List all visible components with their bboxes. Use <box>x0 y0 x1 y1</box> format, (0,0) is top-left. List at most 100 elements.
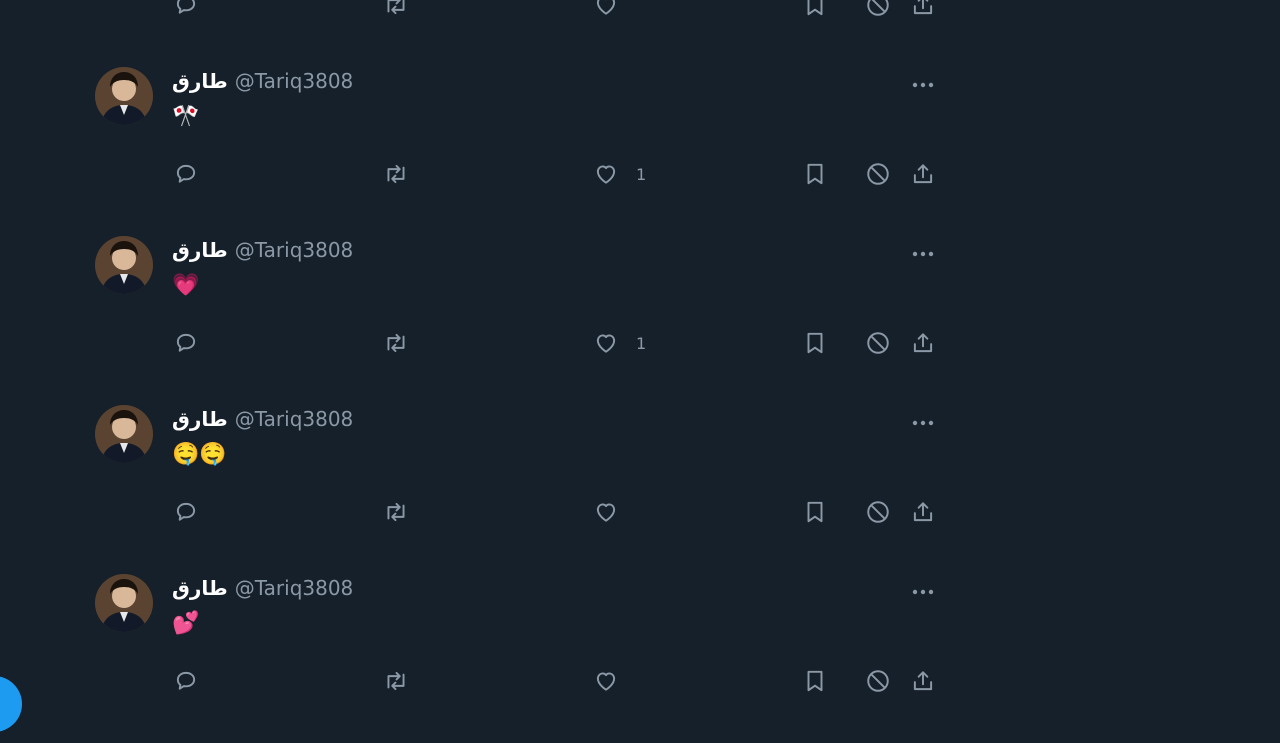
block-button[interactable] <box>865 330 891 356</box>
tweet[interactable]: طارق @Tariq3808 💗 1 <box>0 236 1000 405</box>
retweet-button[interactable] <box>382 161 410 187</box>
tweet-actions-partial <box>0 0 1000 18</box>
retweet-icon <box>382 330 410 356</box>
tweet-actions <box>0 668 1000 694</box>
heart-icon <box>593 499 619 525</box>
reply-icon <box>173 499 199 525</box>
share-button[interactable] <box>910 499 936 525</box>
bookmark-icon <box>803 668 827 694</box>
reply-button[interactable] <box>173 161 199 187</box>
more-options-button[interactable] <box>908 67 938 97</box>
display-name[interactable]: طارق <box>172 576 228 600</box>
reply-icon <box>173 668 199 694</box>
retweet-button[interactable] <box>382 330 410 356</box>
timeline-feed: طارق @Tariq3808 🎌 1 طارق @Tariq3808 💗 1 … <box>0 0 1280 732</box>
user-handle[interactable]: @Tariq3808 <box>235 238 354 262</box>
reply-button[interactable] <box>173 668 199 694</box>
like-button[interactable]: 1 <box>593 330 646 356</box>
like-button[interactable] <box>593 668 636 694</box>
display-name[interactable]: طارق <box>172 69 228 93</box>
tweet-actions: 1 <box>0 330 1000 356</box>
heart-icon <box>593 161 619 187</box>
tweet-actions: 1 <box>0 161 1000 187</box>
like-button[interactable] <box>593 499 636 525</box>
like-button[interactable]: 1 <box>593 161 646 187</box>
tweet-header: طارق @Tariq3808 <box>172 407 353 435</box>
avatar[interactable] <box>95 405 153 463</box>
more-icon <box>911 242 935 261</box>
retweet-icon <box>382 161 410 187</box>
reply-button[interactable] <box>173 0 199 18</box>
heart-icon <box>593 330 619 356</box>
user-handle[interactable]: @Tariq3808 <box>235 576 354 600</box>
reply-icon <box>173 0 199 18</box>
heart-icon <box>593 668 619 694</box>
block-button[interactable] <box>865 668 891 694</box>
avatar[interactable] <box>95 236 153 294</box>
avatar[interactable] <box>95 67 153 125</box>
block-icon <box>865 0 891 18</box>
share-button[interactable] <box>910 0 936 18</box>
reply-button[interactable] <box>173 499 199 525</box>
user-handle[interactable]: @Tariq3808 <box>235 69 354 93</box>
avatar[interactable] <box>95 574 153 632</box>
more-options-button[interactable] <box>908 236 938 266</box>
user-handle[interactable]: @Tariq3808 <box>235 407 354 431</box>
bookmark-button[interactable] <box>803 161 827 187</box>
display-name[interactable]: طارق <box>172 407 228 431</box>
retweet-button[interactable] <box>382 499 410 525</box>
share-icon <box>910 499 936 525</box>
like-count: 1 <box>636 333 647 353</box>
retweet-button[interactable] <box>382 0 410 18</box>
heart-icon <box>593 0 619 18</box>
block-icon <box>865 668 891 694</box>
tweet-text: 💕 <box>172 611 200 636</box>
more-icon <box>911 411 935 430</box>
tweet-header: طارق @Tariq3808 <box>172 238 353 266</box>
more-icon <box>911 73 935 92</box>
block-button[interactable] <box>865 499 891 525</box>
block-icon <box>865 161 891 187</box>
retweet-icon <box>382 668 410 694</box>
tweet[interactable]: طارق @Tariq3808 💕 <box>0 574 1000 743</box>
tweet-header: طارق @Tariq3808 <box>172 576 353 604</box>
bookmark-button[interactable] <box>803 668 827 694</box>
tweet[interactable]: طارق @Tariq3808 🤤🤤 <box>0 405 1000 574</box>
share-icon <box>910 161 936 187</box>
share-icon <box>910 668 936 694</box>
bookmark-icon <box>803 161 827 187</box>
tweet-actions <box>0 499 1000 525</box>
reply-icon <box>173 330 199 356</box>
share-button[interactable] <box>910 330 936 356</box>
retweet-button[interactable] <box>382 668 410 694</box>
share-icon <box>910 0 936 18</box>
block-icon <box>865 499 891 525</box>
display-name[interactable]: طارق <box>172 238 228 262</box>
more-options-button[interactable] <box>908 405 938 435</box>
more-options-button[interactable] <box>908 574 938 604</box>
bookmark-icon <box>803 499 827 525</box>
tweet-text: 🎌 <box>172 104 200 129</box>
bookmark-icon <box>803 330 827 356</box>
bookmark-button[interactable] <box>803 0 827 18</box>
like-button[interactable] <box>593 0 619 18</box>
tweet-text: 🤤🤤 <box>172 442 227 467</box>
bookmark-button[interactable] <box>803 499 827 525</box>
block-button[interactable] <box>865 161 891 187</box>
block-icon <box>865 330 891 356</box>
tweet[interactable]: طارق @Tariq3808 🎌 1 <box>0 67 1000 236</box>
retweet-icon <box>382 0 410 18</box>
share-button[interactable] <box>910 668 936 694</box>
block-button[interactable] <box>865 0 891 18</box>
retweet-icon <box>382 499 410 525</box>
reply-button[interactable] <box>173 330 199 356</box>
bookmark-button[interactable] <box>803 330 827 356</box>
tweet-header: طارق @Tariq3808 <box>172 69 353 97</box>
like-count: 1 <box>636 164 647 184</box>
share-button[interactable] <box>910 161 936 187</box>
tweet-text: 💗 <box>172 273 200 298</box>
reply-icon <box>173 161 199 187</box>
bookmark-icon <box>803 0 827 18</box>
share-icon <box>910 330 936 356</box>
more-icon <box>911 580 935 599</box>
